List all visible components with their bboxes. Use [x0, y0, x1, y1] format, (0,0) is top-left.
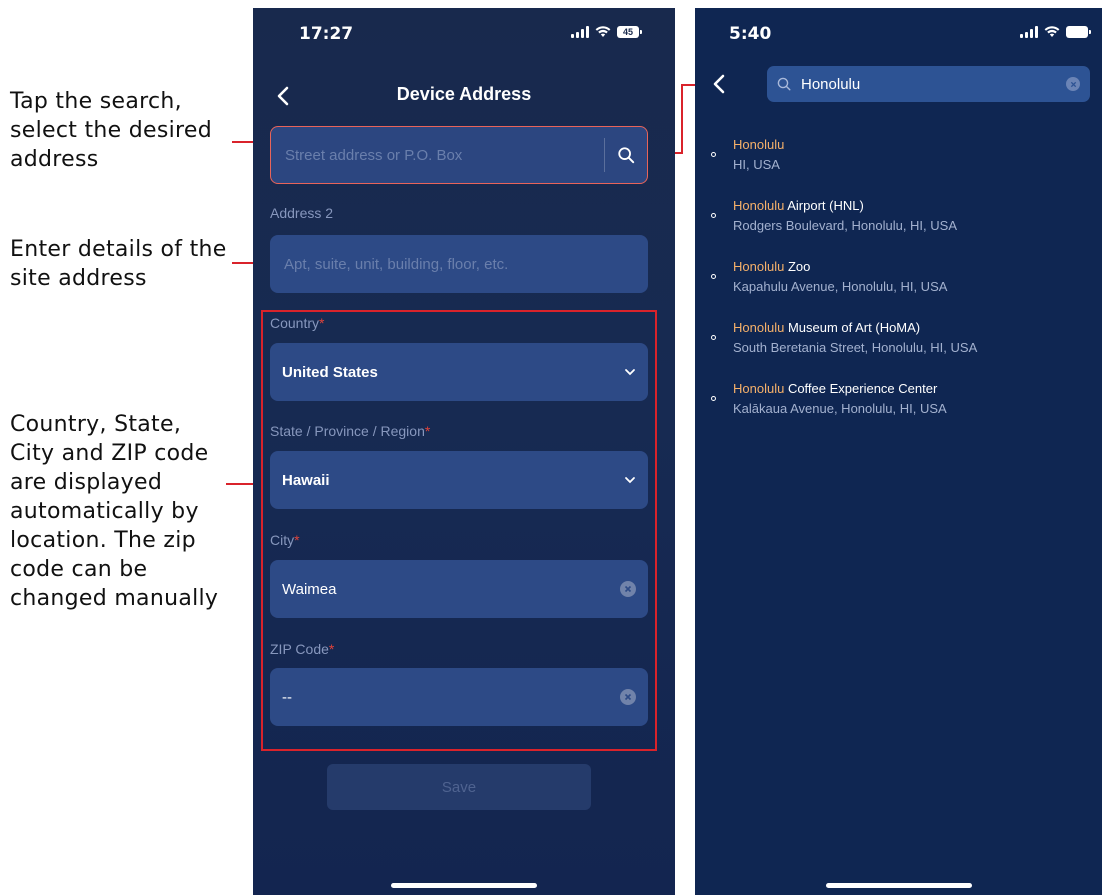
search-results: Honolulu HI, USA Honolulu Airport (HNL) …: [695, 136, 1102, 441]
result-item[interactable]: Honolulu Museum of Art (HoMA) South Bere…: [695, 319, 1102, 380]
result-highlight: Honolulu: [733, 381, 785, 396]
result-item[interactable]: Honolulu Airport (HNL) Rodgers Boulevard…: [695, 197, 1102, 258]
address-search-field[interactable]: [270, 126, 648, 184]
address-search-screen: 5:40 Honolulu Honolulu HI, USA Honolulu …: [695, 8, 1102, 895]
battery-icon: 45: [617, 26, 642, 38]
annotation-line-to-right-2: [681, 84, 683, 154]
address2-input[interactable]: [282, 254, 636, 274]
status-bar: 17:27 45: [253, 8, 675, 63]
result-dot-icon: [711, 396, 716, 401]
status-icons: [1020, 26, 1091, 38]
result-item[interactable]: Honolulu HI, USA: [695, 136, 1102, 197]
status-bar: 5:40: [695, 8, 1102, 63]
result-title: Honolulu Airport (HNL): [733, 197, 1102, 215]
search-icon: [777, 77, 791, 91]
address-search-input[interactable]: [283, 145, 605, 165]
result-subtitle: Kalākaua Avenue, Honolulu, HI, USA: [733, 401, 947, 416]
result-title-rest: Zoo: [784, 259, 811, 274]
result-item[interactable]: Honolulu Coffee Experience Center Kalāka…: [695, 380, 1102, 441]
annotation-search: Tap the search, select the desired addre…: [10, 89, 212, 172]
search-bar[interactable]: Honolulu: [767, 66, 1090, 102]
result-highlight: Honolulu: [733, 137, 785, 152]
result-title-rest: Coffee Experience Center: [784, 381, 938, 396]
battery-icon: [1066, 26, 1091, 38]
search-query[interactable]: Honolulu: [801, 76, 1066, 93]
home-indicator: [825, 883, 972, 888]
result-dot-icon: [711, 335, 716, 340]
result-highlight: Honolulu: [733, 198, 785, 213]
result-dot-icon: [711, 152, 716, 157]
result-highlight: Honolulu: [733, 259, 785, 274]
annotation-auto: Country, State, City and ZIP code are di…: [10, 412, 219, 611]
status-time: 17:27: [299, 24, 354, 44]
result-title: Honolulu: [733, 136, 1102, 154]
home-indicator: [391, 883, 537, 888]
status-time: 5:40: [729, 24, 772, 44]
result-item[interactable]: Honolulu Zoo Kapahulu Avenue, Honolulu, …: [695, 258, 1102, 319]
annotation-highlight-box: [261, 310, 657, 751]
save-button[interactable]: Save: [327, 764, 591, 810]
result-subtitle: Rodgers Boulevard, Honolulu, HI, USA: [733, 218, 958, 233]
back-chevron-icon[interactable]: [709, 70, 731, 98]
result-title: Honolulu Zoo: [733, 258, 1102, 276]
page-title: Device Address: [396, 84, 532, 104]
address2-label: Address 2: [270, 205, 334, 221]
result-dot-icon: [711, 213, 716, 218]
result-title: Honolulu Coffee Experience Center: [733, 380, 1102, 398]
search-icon[interactable]: [617, 145, 635, 165]
annotation-details: Enter details of the site address: [10, 237, 227, 291]
result-title-rest: Museum of Art (HoMA): [784, 320, 921, 335]
result-title-rest: Airport (HNL): [784, 198, 864, 213]
search-divider: [604, 138, 605, 172]
result-subtitle: Kapahulu Avenue, Honolulu, HI, USA: [733, 279, 948, 294]
signal-icon: [1020, 26, 1038, 38]
result-subtitle: HI, USA: [733, 157, 780, 172]
status-icons: 45: [571, 26, 642, 38]
result-subtitle: South Beretania Street, Honolulu, HI, US…: [733, 340, 978, 355]
result-highlight: Honolulu: [733, 320, 785, 335]
navbar: Device Address: [253, 68, 675, 123]
result-title: Honolulu Museum of Art (HoMA): [733, 319, 1102, 337]
wifi-icon: [595, 26, 611, 37]
wifi-icon: [1044, 26, 1060, 37]
clear-icon[interactable]: [1066, 77, 1080, 91]
result-dot-icon: [711, 274, 716, 279]
address2-field[interactable]: [270, 235, 648, 293]
signal-icon: [571, 26, 589, 38]
